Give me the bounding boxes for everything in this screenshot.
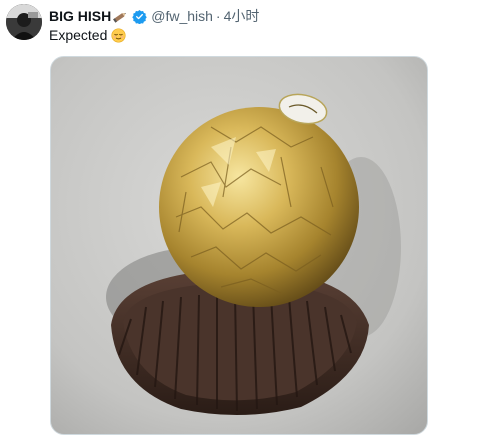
pencil-emoji-icon	[112, 10, 128, 23]
tweet-text: Expected	[49, 27, 126, 43]
verified-badge-icon[interactable]	[132, 9, 147, 24]
author-handle[interactable]: @fw_hish	[151, 8, 213, 24]
separator-dot: ·	[215, 8, 221, 24]
timestamp[interactable]: 4小时	[224, 6, 260, 26]
tweet-header: BIG HISH @fw_hish · 4小时	[49, 7, 259, 25]
ferrero-rocher-photo	[51, 57, 427, 434]
avatar-image	[6, 4, 42, 40]
tweet: BIG HISH @fw_hish · 4小时 Expected	[0, 0, 479, 441]
tweet-text-content: Expected	[49, 27, 108, 43]
avatar[interactable]	[6, 4, 42, 40]
author-display-name[interactable]: BIG HISH	[49, 8, 111, 24]
relieved-face-emoji-icon	[111, 27, 126, 43]
tweet-media-photo[interactable]	[50, 56, 428, 435]
